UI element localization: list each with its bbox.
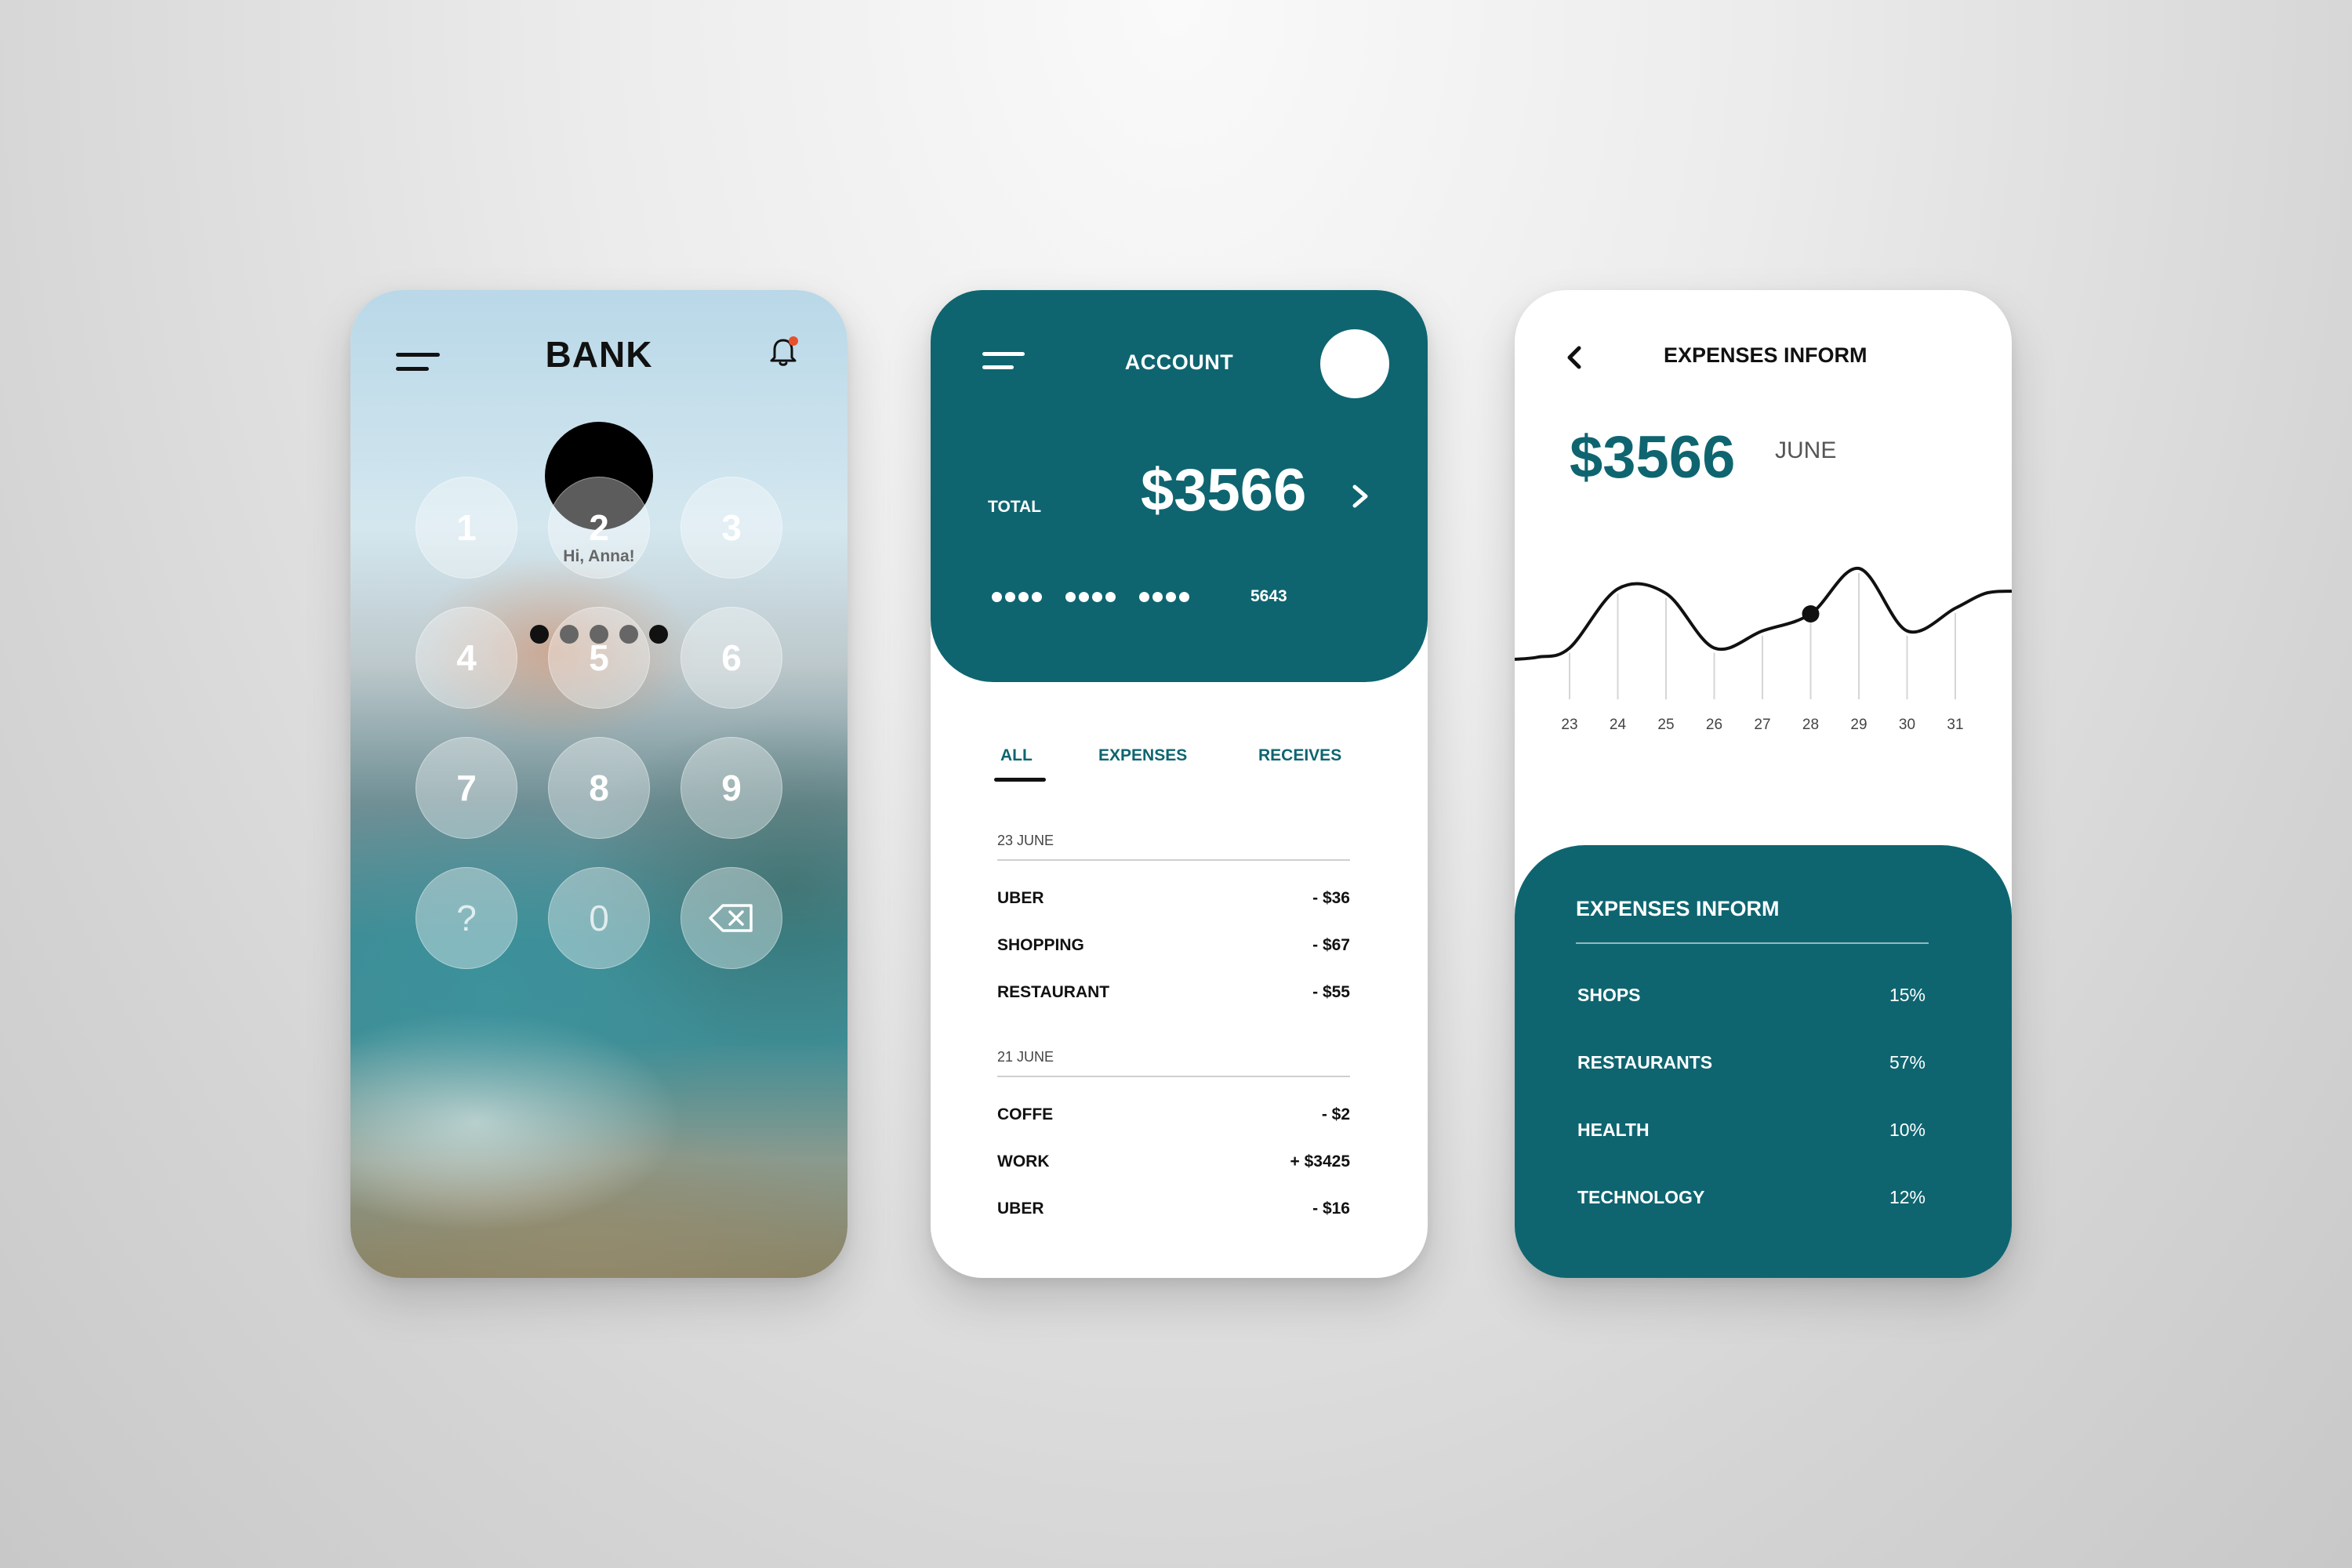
total-amount: $3566	[1141, 457, 1307, 524]
masked-digits-group	[1065, 592, 1116, 602]
back-icon[interactable]	[1563, 342, 1585, 373]
tab-all[interactable]: ALL	[1000, 746, 1033, 765]
category-name[interactable]: SHOPS	[1577, 985, 1641, 1006]
chevron-right-icon[interactable]	[1348, 481, 1372, 512]
date-header: 21 JUNE	[997, 1049, 1054, 1065]
divider	[997, 859, 1350, 861]
expenses-line-chart[interactable]: 23 24 25 26 27 28 29 30 31	[1515, 517, 2012, 768]
month-label: JUNE	[1775, 437, 1837, 463]
transaction-name[interactable]: RESTAURANT	[997, 983, 1109, 1002]
key-2[interactable]: 2	[548, 477, 650, 579]
tab-receives[interactable]: RECEIVES	[1258, 746, 1341, 765]
expenses-phone: EXPENSES INFORM $3566 JUNE 23 24 25 26 27 28 2…	[1515, 290, 2012, 1278]
transaction-amount: - $55	[1312, 983, 1350, 1001]
chart-x-tick-label: 23	[1561, 717, 1577, 733]
transaction-amount: - $67	[1312, 936, 1350, 954]
divider	[997, 1076, 1350, 1077]
key-1[interactable]: 1	[416, 477, 517, 579]
transaction-name[interactable]: UBER	[997, 889, 1044, 908]
total-label: TOTAL	[988, 498, 1042, 516]
transaction-name[interactable]: WORK	[997, 1152, 1050, 1171]
active-tab-indicator	[994, 778, 1046, 782]
chart-point[interactable]	[1952, 605, 1958, 612]
chart-point[interactable]	[1904, 628, 1911, 634]
chart-x-tick-label: 31	[1947, 717, 1963, 733]
masked-card-number	[992, 592, 1189, 602]
backspace-button[interactable]	[681, 867, 782, 969]
date-header: 23 JUNE	[997, 833, 1054, 848]
chart-x-tick-label: 28	[1802, 717, 1819, 733]
transaction-amount: - $16	[1312, 1200, 1350, 1218]
chart-x-tick-label: 25	[1657, 717, 1674, 733]
divider	[1576, 942, 1929, 944]
key-help[interactable]: ?	[416, 867, 517, 969]
chart-point[interactable]	[1711, 645, 1718, 652]
masked-digits-group	[992, 592, 1042, 602]
category-percent: 57%	[1889, 1052, 1926, 1073]
key-7[interactable]: 7	[416, 737, 517, 839]
key-3[interactable]: 3	[681, 477, 782, 579]
panel-title: EXPENSES INFORM	[1576, 897, 1780, 920]
page-title: EXPENSES INFORM	[1664, 343, 1867, 367]
key-0[interactable]: 0	[548, 867, 650, 969]
chart-point[interactable]	[1615, 586, 1621, 592]
key-6[interactable]: 6	[681, 607, 782, 709]
transaction-amount: + $3425	[1290, 1152, 1351, 1171]
account-phone: ACCOUNT TOTAL $3566 5643 ALL EXPENSES RE…	[931, 290, 1428, 1278]
chart-highlight-point[interactable]	[1802, 605, 1820, 622]
key-5[interactable]: 5	[548, 607, 650, 709]
transaction-name[interactable]: UBER	[997, 1200, 1044, 1218]
key-8[interactable]: 8	[548, 737, 650, 839]
transaction-name[interactable]: COFFE	[997, 1105, 1053, 1124]
chart-point[interactable]	[1759, 628, 1766, 634]
lock-screen-phone: BANK Hi, Anna! 1 2 3 4 5 6 7 8 9 ? 0	[350, 290, 848, 1278]
expenses-total: $3566	[1570, 424, 1736, 491]
key-4[interactable]: 4	[416, 607, 517, 709]
chart-x-tick-label: 26	[1706, 717, 1722, 733]
category-percent: 10%	[1889, 1120, 1926, 1140]
category-percent: 15%	[1889, 985, 1926, 1005]
card-last-digits: 5643	[1250, 587, 1287, 605]
chart-point[interactable]	[1856, 565, 1862, 572]
chart-x-tick-label: 30	[1899, 717, 1915, 733]
pin-keypad: 1 2 3 4 5 6 7 8 9 ? 0	[350, 290, 848, 1278]
masked-digits-group	[1139, 592, 1189, 602]
transaction-amount: - $2	[1321, 1105, 1350, 1123]
backspace-icon	[709, 904, 753, 932]
avatar[interactable]	[1320, 329, 1389, 398]
chart-point[interactable]	[1566, 645, 1573, 652]
category-name[interactable]: HEALTH	[1577, 1120, 1650, 1141]
chart-x-tick-label: 29	[1850, 717, 1867, 733]
transaction-name[interactable]: SHOPPING	[997, 936, 1084, 955]
category-percent: 12%	[1889, 1187, 1926, 1207]
tab-expenses[interactable]: EXPENSES	[1098, 746, 1187, 765]
chart-point[interactable]	[1663, 590, 1669, 597]
chart-x-tick-label: 24	[1610, 717, 1627, 733]
category-name[interactable]: RESTAURANTS	[1577, 1052, 1712, 1073]
key-9[interactable]: 9	[681, 737, 782, 839]
transaction-amount: - $36	[1312, 889, 1350, 907]
category-name[interactable]: TECHNOLOGY	[1577, 1187, 1704, 1208]
chart-x-tick-label: 27	[1754, 717, 1770, 733]
